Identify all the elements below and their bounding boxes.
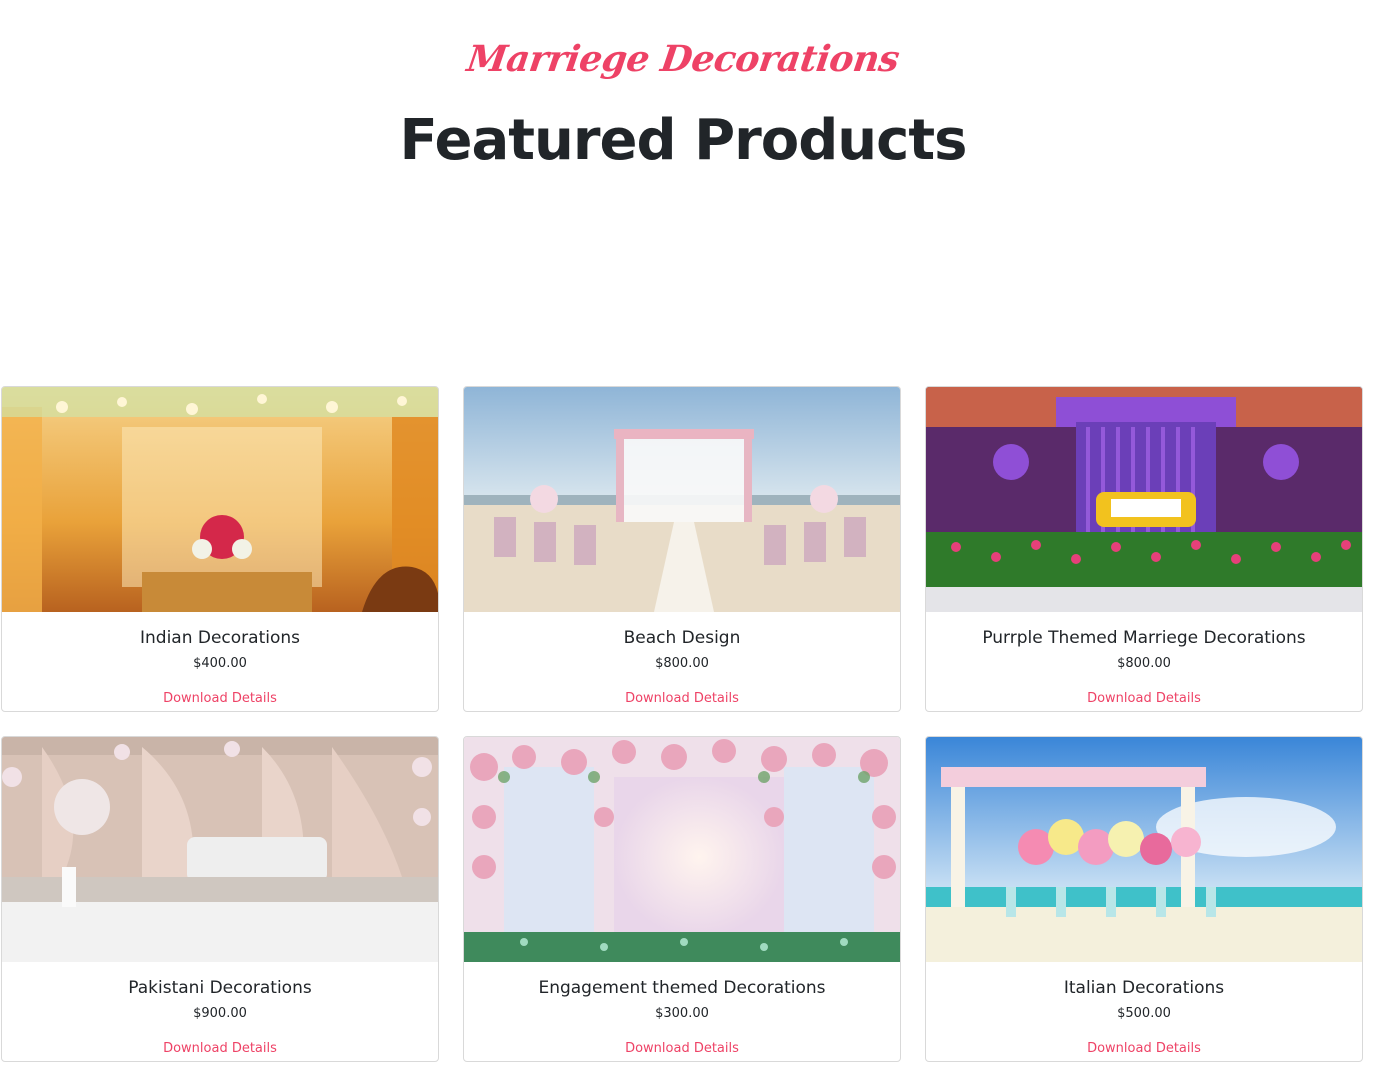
download-details-link[interactable]: Download Details	[163, 691, 277, 706]
page-title: Featured Products	[399, 108, 968, 173]
product-price: $400.00	[193, 656, 247, 671]
download-details-link[interactable]: Download Details	[163, 1041, 277, 1056]
product-title: Pakistani Decorations	[128, 978, 312, 998]
product-price: $300.00	[655, 1006, 709, 1021]
download-details-link[interactable]: Download Details	[625, 691, 739, 706]
product-card: Engagement themed Decorations $300.00 Do…	[463, 736, 901, 1062]
product-card: Indian Decorations $400.00 Download Deta…	[1, 386, 439, 712]
download-details-link[interactable]: Download Details	[625, 1041, 739, 1056]
engagement-decor-photo	[464, 737, 900, 962]
purple-decor-photo	[926, 387, 1362, 612]
product-price: $500.00	[1117, 1006, 1171, 1021]
product-price: $800.00	[1117, 656, 1171, 671]
product-card: Purrple Themed Marriege Decorations $800…	[925, 386, 1363, 712]
product-title: Italian Decorations	[1063, 978, 1225, 998]
pakistani-decor-photo	[2, 737, 438, 962]
product-card: Italian Decorations $500.00 Download Det…	[925, 736, 1363, 1062]
indian-decor-photo	[2, 387, 438, 612]
product-title: Purrple Themed Marriege Decorations	[982, 628, 1306, 648]
product-card: Beach Design $800.00 Download Details	[463, 386, 901, 712]
product-title: Indian Decorations	[139, 628, 301, 648]
product-title: Beach Design	[623, 628, 741, 648]
product-card: Pakistani Decorations $900.00 Download D…	[1, 736, 439, 1062]
product-title: Engagement themed Decorations	[538, 978, 826, 998]
italian-decor-photo	[926, 737, 1362, 962]
product-price: $900.00	[193, 1006, 247, 1021]
download-details-link[interactable]: Download Details	[1087, 1041, 1201, 1056]
download-details-link[interactable]: Download Details	[1087, 691, 1201, 706]
beach-decor-photo	[464, 387, 900, 612]
product-price: $800.00	[655, 656, 709, 671]
brand-logo[interactable]: Marriege Decorations	[0, 38, 1369, 80]
